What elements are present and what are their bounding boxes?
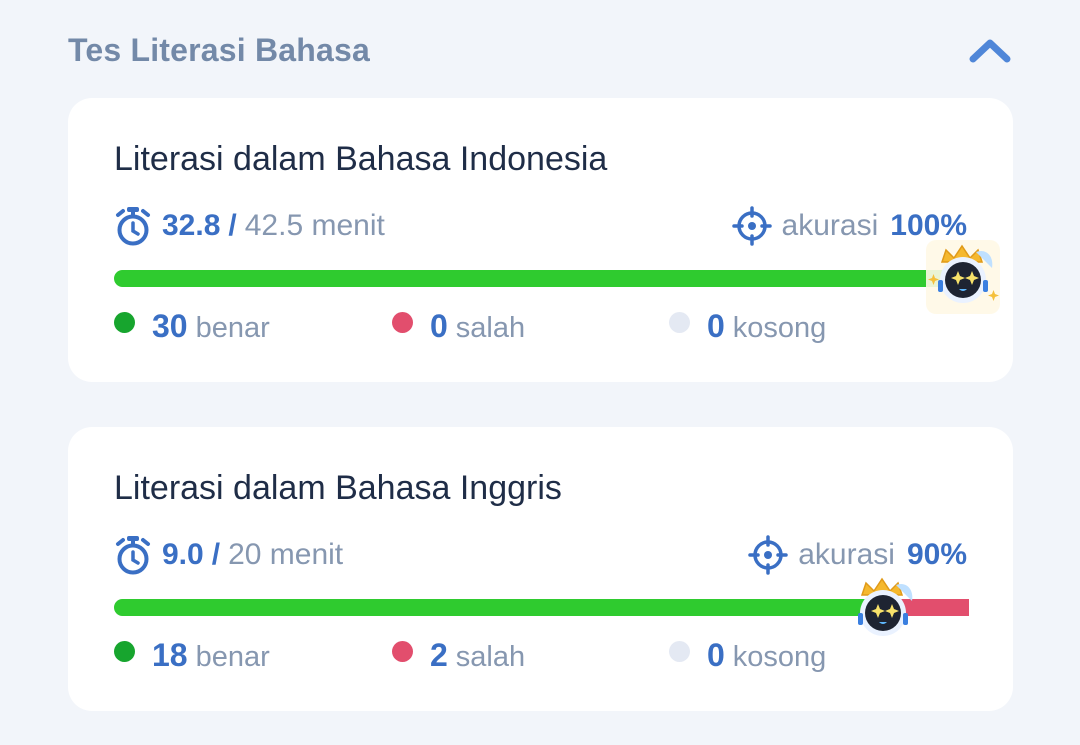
empty-label: kosong xyxy=(732,641,827,673)
empty-count: 0 xyxy=(707,637,725,673)
subtest-card-inggris[interactable]: Literasi dalam Bahasa Inggris 9.0 / 20 m… xyxy=(68,427,1013,711)
mascot-icon xyxy=(926,240,1000,314)
stopwatch-icon xyxy=(116,207,150,246)
time-row: 32.8 / 42.5 menit xyxy=(114,206,385,246)
empty-count: 0 xyxy=(707,308,725,344)
crosshair-icon xyxy=(731,206,772,246)
wrong-dot xyxy=(392,312,413,333)
crosshair-icon xyxy=(748,535,788,575)
accuracy-row: akurasi 90% xyxy=(748,535,967,575)
progress-correct xyxy=(114,270,969,287)
correct-label: benar xyxy=(195,312,270,344)
accuracy-value: 90% xyxy=(906,538,967,571)
correct-count: 30 xyxy=(152,308,188,344)
chevron-up-icon xyxy=(969,39,1011,63)
wrong-count: 2 xyxy=(430,637,448,673)
wrong-dot xyxy=(392,641,413,662)
correct-dot xyxy=(114,312,135,333)
stat-wrong: 0 salah xyxy=(392,308,525,345)
card-title: Literasi dalam Bahasa Indonesia xyxy=(114,140,608,178)
stopwatch-icon xyxy=(116,536,150,575)
wrong-count: 0 xyxy=(430,308,448,344)
time-used: 32.8 xyxy=(162,209,221,242)
correct-dot xyxy=(114,641,135,662)
wrong-label: salah xyxy=(455,641,526,673)
stat-wrong: 2 salah xyxy=(392,637,525,674)
empty-dot xyxy=(669,641,690,662)
time-used: 9.0 xyxy=(162,538,204,571)
accuracy-label: akurasi xyxy=(781,209,879,242)
stat-empty: 0 kosong xyxy=(669,308,826,345)
time-slash: / xyxy=(228,209,237,242)
wrong-label: salah xyxy=(455,312,526,344)
correct-label: benar xyxy=(195,641,270,673)
stat-correct: 18 benar xyxy=(114,637,270,674)
subtest-card-indonesia[interactable]: Literasi dalam Bahasa Indonesia 32.8 / 4… xyxy=(68,98,1013,382)
stat-correct: 30 benar xyxy=(114,308,270,345)
correct-count: 18 xyxy=(152,637,188,673)
card-title: Literasi dalam Bahasa Inggris xyxy=(114,469,562,507)
collapse-button[interactable] xyxy=(966,30,1014,70)
time-total: 20 menit xyxy=(228,538,344,571)
time-row: 9.0 / 20 menit xyxy=(114,535,343,575)
mascot-icon xyxy=(858,577,913,636)
stats-row: 30 benar 0 salah 0 kosong xyxy=(114,308,974,348)
progress-correct xyxy=(114,599,884,616)
empty-label: kosong xyxy=(732,312,827,344)
stat-empty: 0 kosong xyxy=(669,637,826,674)
progress-bar xyxy=(114,270,969,287)
empty-dot xyxy=(669,312,690,333)
section-title: Tes Literasi Bahasa xyxy=(68,32,371,68)
progress-bar xyxy=(114,599,969,616)
time-slash: / xyxy=(211,538,221,571)
time-total: 42.5 menit xyxy=(244,209,385,242)
accuracy-label: akurasi xyxy=(798,538,895,571)
